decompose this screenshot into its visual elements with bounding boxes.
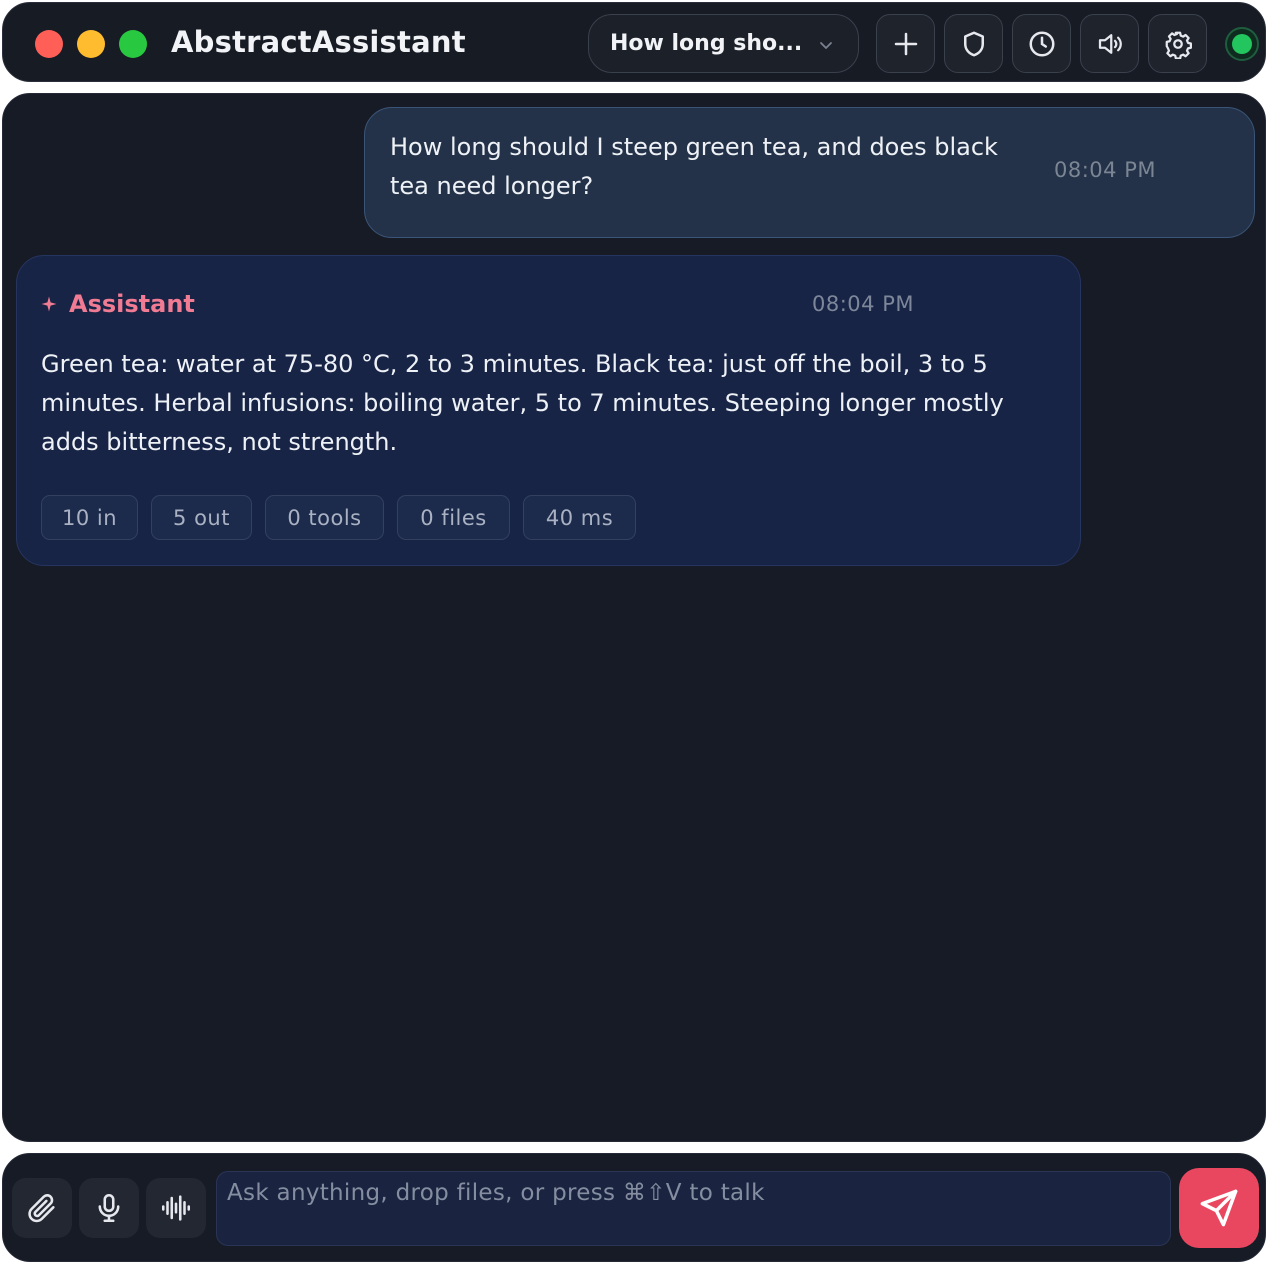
assistant-message: Assistant 08:04 PM Green tea: water at 7… — [16, 255, 1081, 566]
minimize-window-button[interactable] — [77, 30, 105, 58]
user-message-text: How long should I steep green tea, and d… — [390, 133, 998, 200]
settings-button[interactable] — [1148, 14, 1207, 73]
files-chip: 0 files — [397, 495, 510, 540]
shield-icon — [963, 31, 984, 56]
message-input-box[interactable] — [216, 1171, 1171, 1246]
voice-output-button[interactable] — [1080, 14, 1139, 73]
app-title: AbstractAssistant — [171, 25, 466, 59]
microphone-icon — [98, 1193, 120, 1223]
waveform-icon — [161, 1195, 191, 1221]
user-message-time: 08:04 PM — [1054, 158, 1156, 182]
maximize-window-button[interactable] — [119, 30, 147, 58]
attach-button[interactable] — [12, 1178, 72, 1238]
composer — [2, 1153, 1266, 1262]
assistant-message-text: Green tea: water at 75-80 °C, 2 to 3 min… — [41, 350, 1004, 456]
chat-area: How long should I steep green tea, and d… — [2, 93, 1266, 1142]
plus-icon — [894, 32, 917, 55]
sparkle-icon — [41, 296, 57, 312]
history-button[interactable] — [1012, 14, 1071, 73]
clock-icon — [1029, 31, 1054, 56]
connection-status-indicator — [1225, 27, 1259, 61]
close-window-button[interactable] — [35, 30, 63, 58]
tools-chip: 0 tools — [265, 495, 384, 540]
assistant-name: Assistant — [69, 290, 195, 318]
message-input[interactable] — [227, 1178, 1157, 1208]
chevron-down-icon — [820, 42, 832, 49]
privacy-button[interactable] — [944, 14, 1003, 73]
send-icon — [1200, 1189, 1238, 1227]
voice-mode-button[interactable] — [146, 1178, 206, 1238]
microphone-button[interactable] — [79, 1178, 139, 1238]
gear-icon — [1165, 31, 1192, 59]
new-conversation-button[interactable] — [876, 14, 935, 73]
paperclip-icon — [28, 1194, 55, 1223]
speaker-icon — [1098, 33, 1122, 54]
send-button[interactable] — [1179, 1168, 1259, 1248]
conversation-select[interactable]: How long sho... — [588, 14, 859, 73]
tokens-out-chip: 5 out — [151, 495, 252, 540]
user-message: How long should I steep green tea, and d… — [364, 107, 1255, 238]
latency-chip: 40 ms — [523, 495, 636, 540]
title-bar: AbstractAssistant How long sho... — [2, 2, 1266, 82]
conversation-select-value: How long sho... — [610, 31, 803, 56]
tokens-in-chip: 10 in — [41, 495, 138, 540]
assistant-message-time: 08:04 PM — [812, 292, 914, 316]
